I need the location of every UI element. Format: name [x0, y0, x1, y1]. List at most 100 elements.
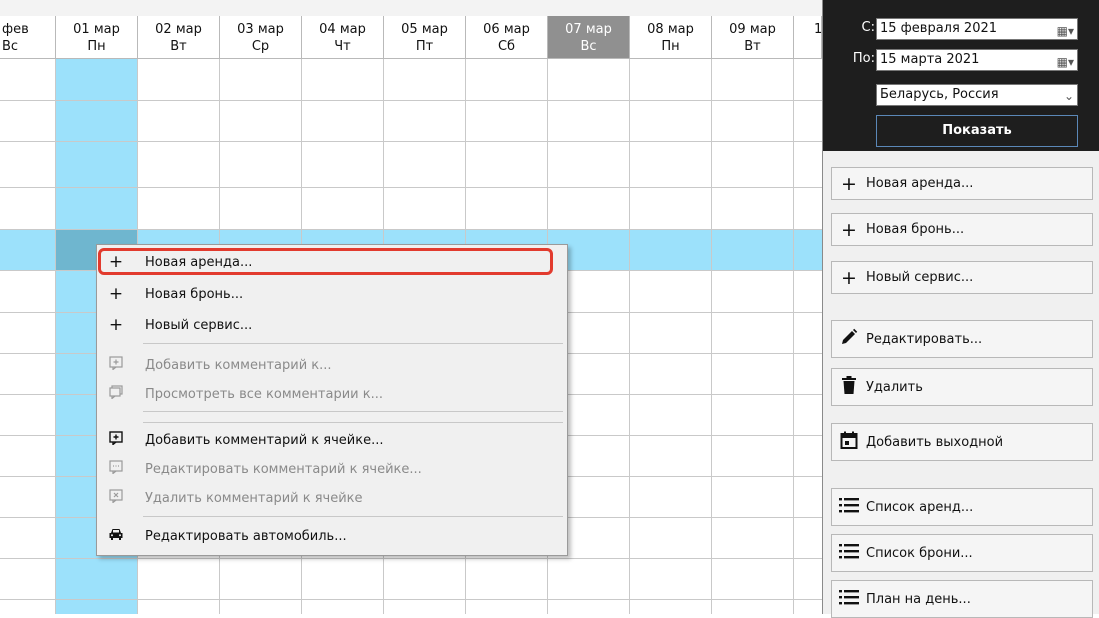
- header-date: фев: [2, 22, 29, 37]
- trash-icon: [832, 375, 866, 399]
- date-filter: С: 15 февраля 2021 ▦▾ По: 15 марта 2021 …: [823, 0, 1099, 151]
- grid-line: [55, 59, 56, 614]
- header-date: 02 мар: [155, 22, 202, 37]
- add-cell-comment-icon: [97, 430, 135, 450]
- header-date: 09 мар: [729, 22, 776, 37]
- bookings-list-button[interactable]: Список брони...: [831, 534, 1093, 572]
- grid-line: [711, 59, 712, 614]
- day-header[interactable]: 01 мар Пн: [56, 16, 138, 59]
- header-weekday: Пн: [661, 39, 680, 54]
- grid-line: [793, 59, 794, 614]
- button-label: Список аренд...: [866, 499, 974, 515]
- day-header[interactable]: 06 мар Сб: [466, 16, 548, 59]
- to-date-picker[interactable]: 15 марта 2021 ▦▾: [876, 49, 1078, 71]
- delete-cell-comment-icon: [97, 488, 135, 508]
- menu-item-add-cell-comment[interactable]: Добавить комментарий к ячейке...: [97, 426, 567, 454]
- rentals-list-button[interactable]: Список аренд...: [831, 488, 1093, 526]
- calendar-dropdown-icon[interactable]: ▦▾: [1057, 52, 1074, 72]
- header-date: 1: [814, 22, 822, 37]
- header-weekday: Вс: [580, 39, 597, 54]
- highlight-annotation: [98, 248, 553, 275]
- header-weekday: Ср: [251, 39, 270, 54]
- menu-separator: [143, 422, 563, 423]
- button-label: Новая аренда...: [866, 176, 974, 191]
- menu-item-label: Новая бронь...: [145, 286, 244, 302]
- from-date-picker[interactable]: 15 февраля 2021 ▦▾: [876, 18, 1078, 40]
- header-weekday: Вт: [170, 39, 187, 54]
- to-label: По:: [852, 51, 875, 66]
- button-label: Редактировать...: [866, 331, 983, 347]
- view-comments-icon: [97, 384, 135, 404]
- grid-line: [0, 229, 822, 230]
- header-date: 04 мар: [319, 22, 366, 37]
- menu-item-label: Просмотреть все комментарии к...: [145, 386, 384, 402]
- header-weekday: Вс: [2, 39, 19, 54]
- button-label: Новый сервис...: [866, 270, 974, 285]
- button-label: План на день...: [866, 591, 971, 607]
- calendar-dropdown-icon[interactable]: ▦▾: [1057, 21, 1074, 41]
- show-button[interactable]: Показать: [876, 115, 1078, 147]
- header-date: 08 мар: [647, 22, 694, 37]
- header-weekday: Вт: [744, 39, 761, 54]
- button-label: Список брони...: [866, 545, 973, 561]
- day-header[interactable]: 05 мар Пт: [384, 16, 466, 59]
- day-plan-button[interactable]: План на день...: [831, 580, 1093, 618]
- add-comment-icon: [97, 355, 135, 375]
- menu-item-view-comments[interactable]: Просмотреть все комментарии к...: [97, 380, 567, 408]
- menu-item-label: Добавить комментарий к ячейке...: [145, 432, 384, 448]
- menu-item-label: Добавить комментарий к...: [145, 357, 332, 373]
- header-weekday: Пт: [415, 39, 434, 54]
- plus-icon: +: [841, 172, 857, 195]
- header-date: 03 мар: [237, 22, 284, 37]
- delete-button[interactable]: Удалить: [831, 368, 1093, 406]
- menu-item-delete-cell-comment[interactable]: Удалить комментарий к ячейке: [97, 484, 567, 512]
- day-header[interactable]: 1: [794, 16, 822, 59]
- new-rental-button[interactable]: + Новая аренда...: [831, 167, 1093, 200]
- header-weekday: Чт: [334, 39, 351, 54]
- header-weekday: Пн: [87, 39, 106, 54]
- header-date: 07 мар: [565, 22, 612, 37]
- menu-item-edit-cell-comment[interactable]: Редактировать комментарий к ячейке...: [97, 455, 567, 483]
- menu-item-label: Удалить комментарий к ячейке: [145, 490, 363, 506]
- menu-separator: [143, 516, 563, 517]
- from-label: С:: [861, 20, 875, 35]
- pencil-icon: [832, 328, 866, 351]
- car-icon: [97, 526, 135, 546]
- day-header[interactable]: 03 мар Ср: [220, 16, 302, 59]
- header-date: 06 мар: [483, 22, 530, 37]
- menu-item-edit-car[interactable]: Редактировать автомобиль...: [97, 522, 567, 550]
- day-header-highlighted[interactable]: 07 мар Вс: [548, 16, 630, 59]
- header-weekday: Сб: [497, 39, 516, 54]
- day-header[interactable]: 02 мар Вт: [138, 16, 220, 59]
- menu-item-add-comment[interactable]: Добавить комментарий к...: [97, 351, 567, 379]
- edit-button[interactable]: Редактировать...: [831, 320, 1093, 358]
- new-service-button[interactable]: + Новый сервис...: [831, 261, 1093, 294]
- edit-cell-comment-icon: [97, 459, 135, 479]
- day-header[interactable]: 04 мар Чт: [302, 16, 384, 59]
- menu-item-label: Новый сервис...: [145, 317, 253, 333]
- region-select[interactable]: Беларусь, Россия ⌄: [876, 84, 1078, 106]
- plus-icon: +: [108, 315, 124, 335]
- header-date: 05 мар: [401, 22, 448, 37]
- menu-item-label: Редактировать автомобиль...: [145, 528, 347, 544]
- menu-separator: [143, 343, 563, 344]
- chevron-down-icon[interactable]: ⌄: [1064, 86, 1074, 106]
- right-panel: С: 15 февраля 2021 ▦▾ По: 15 марта 2021 …: [822, 0, 1099, 618]
- region-value: Беларусь, Россия: [880, 87, 999, 102]
- plus-icon: +: [841, 266, 857, 289]
- day-header[interactable]: фев Вс: [0, 16, 56, 59]
- menu-item-new-service[interactable]: + Новый сервис...: [97, 311, 567, 339]
- to-date-value: 15 марта 2021: [880, 52, 980, 67]
- day-header[interactable]: 09 мар Вт: [712, 16, 794, 59]
- menu-item-label: Редактировать комментарий к ячейке...: [145, 461, 422, 477]
- button-label: Новая бронь...: [866, 222, 965, 237]
- day-header[interactable]: 08 мар Пн: [630, 16, 712, 59]
- list-icon: [832, 496, 866, 518]
- from-date-value: 15 февраля 2021: [880, 21, 998, 36]
- add-day-off-button[interactable]: Добавить выходной: [831, 423, 1093, 461]
- plus-icon: +: [841, 218, 857, 241]
- new-booking-button[interactable]: + Новая бронь...: [831, 213, 1093, 246]
- grid-line: [0, 100, 822, 101]
- menu-separator: [143, 411, 563, 412]
- menu-item-new-booking[interactable]: + Новая бронь...: [97, 280, 567, 308]
